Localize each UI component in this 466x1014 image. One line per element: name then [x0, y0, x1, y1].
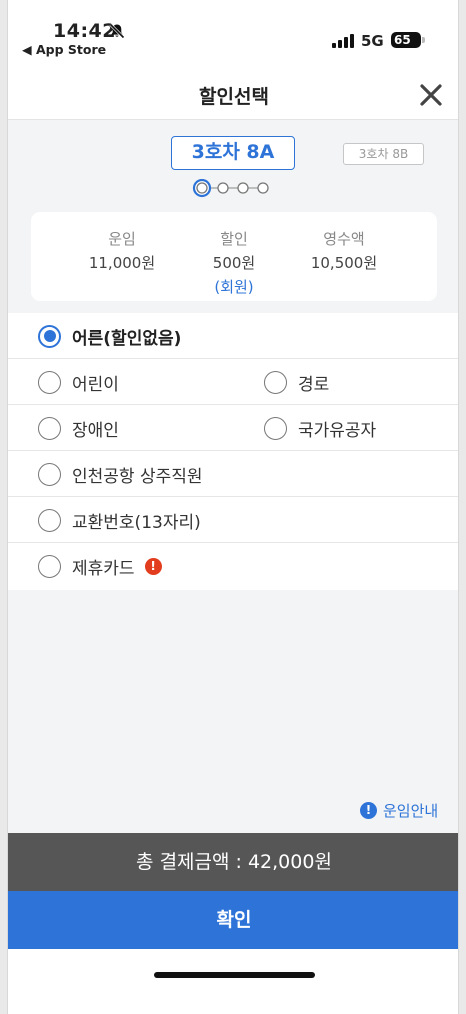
radio-unchecked[interactable]: [38, 554, 61, 578]
option-airport-staff-label: 인천공항 상주직원: [72, 466, 203, 487]
option-partner-card-label: 제휴카드: [72, 558, 135, 579]
receipt-label: 영수액: [323, 230, 365, 248]
fare-value: 11,000원: [88, 254, 156, 272]
option-adult[interactable]: 어른(할인없음): [38, 313, 181, 359]
radio-unchecked[interactable]: [38, 462, 61, 486]
fare-label: 운임: [108, 230, 136, 248]
info-icon: !: [360, 802, 377, 819]
signal-icon: [332, 34, 354, 48]
seat-tab-other[interactable]: 3호차 8B: [343, 143, 424, 165]
option-exchange-number[interactable]: 교환번호(13자리): [38, 497, 201, 543]
total-amount-bar: 총 결제금액 : 42,000원: [8, 833, 458, 891]
option-child-label: 어린이: [72, 374, 119, 395]
option-row: 교환번호(13자리): [8, 497, 458, 543]
radio-unchecked[interactable]: [38, 508, 61, 532]
option-veteran-label: 국가유공자: [298, 420, 377, 441]
home-indicator[interactable]: [154, 972, 315, 978]
battery-icon: 65: [391, 32, 421, 48]
option-airport-staff[interactable]: 인천공항 상주직원: [38, 451, 203, 497]
status-time: 14:42: [53, 20, 116, 42]
radio-unchecked[interactable]: [38, 416, 61, 440]
home-indicator-area: [8, 949, 458, 1014]
receipt-value: 10,500원: [310, 254, 378, 272]
option-row: 제휴카드 !: [8, 543, 458, 589]
network-type: 5G: [361, 32, 384, 50]
discount-column: 할인 500원 (회원): [179, 228, 289, 297]
option-row: 인천공항 상주직원: [8, 451, 458, 497]
option-row: 어른(할인없음): [8, 313, 458, 359]
option-disabled[interactable]: 장애인: [38, 405, 119, 451]
option-senior[interactable]: 경로: [264, 359, 329, 405]
modal-header: 할인선택: [8, 70, 458, 120]
option-adult-label: 어른(할인없음): [72, 328, 182, 349]
page-title: 할인선택: [199, 86, 269, 108]
fare-column: 운임 11,000원: [67, 228, 177, 273]
page-indicator: [192, 179, 269, 198]
seat-tab-selected[interactable]: 3호차 8A: [171, 136, 295, 170]
discount-value: 500원: [212, 254, 256, 272]
option-veteran[interactable]: 국가유공자: [264, 405, 376, 451]
fare-info-label: 운임안내: [383, 802, 439, 820]
back-to-app-store[interactable]: ◀ App Store: [22, 42, 106, 57]
option-row: 어린이 경로: [8, 359, 458, 405]
radio-checked[interactable]: [38, 324, 61, 348]
radio-unchecked[interactable]: [38, 370, 61, 394]
discount-note: (회원): [214, 278, 254, 296]
battery-tip: [422, 37, 425, 43]
receipt-column: 영수액 10,500원: [289, 228, 399, 273]
option-exchange-number-label: 교환번호(13자리): [72, 512, 201, 533]
option-child[interactable]: 어린이: [38, 359, 119, 405]
close-icon[interactable]: [418, 82, 444, 108]
phone-screen: 14:42 ◀ App Store 5G 65 할인선택 3호차 8A 3호차 …: [7, 0, 459, 1014]
bell-muted-icon: [109, 23, 125, 39]
status-bar: 14:42 ◀ App Store 5G 65: [8, 0, 458, 70]
alert-icon[interactable]: !: [144, 557, 162, 575]
fare-info-link[interactable]: ! 운임안내: [360, 800, 438, 821]
option-disabled-label: 장애인: [72, 420, 119, 441]
option-row: 장애인 국가유공자: [8, 405, 458, 451]
confirm-button[interactable]: 확인: [8, 891, 458, 949]
radio-unchecked[interactable]: [264, 416, 287, 440]
discount-options: 어른(할인없음) 어린이 경로 장애인 국가유공자 인천공항 상주직원 교환번호…: [8, 313, 458, 590]
battery-level: 65: [394, 33, 411, 47]
discount-label: 할인: [220, 230, 248, 248]
option-senior-label: 경로: [298, 374, 330, 395]
fare-summary-card: 운임 11,000원 할인 500원 (회원) 영수액 10,500원: [31, 212, 437, 301]
radio-unchecked[interactable]: [264, 370, 287, 394]
option-partner-card[interactable]: 제휴카드 !: [38, 543, 162, 589]
